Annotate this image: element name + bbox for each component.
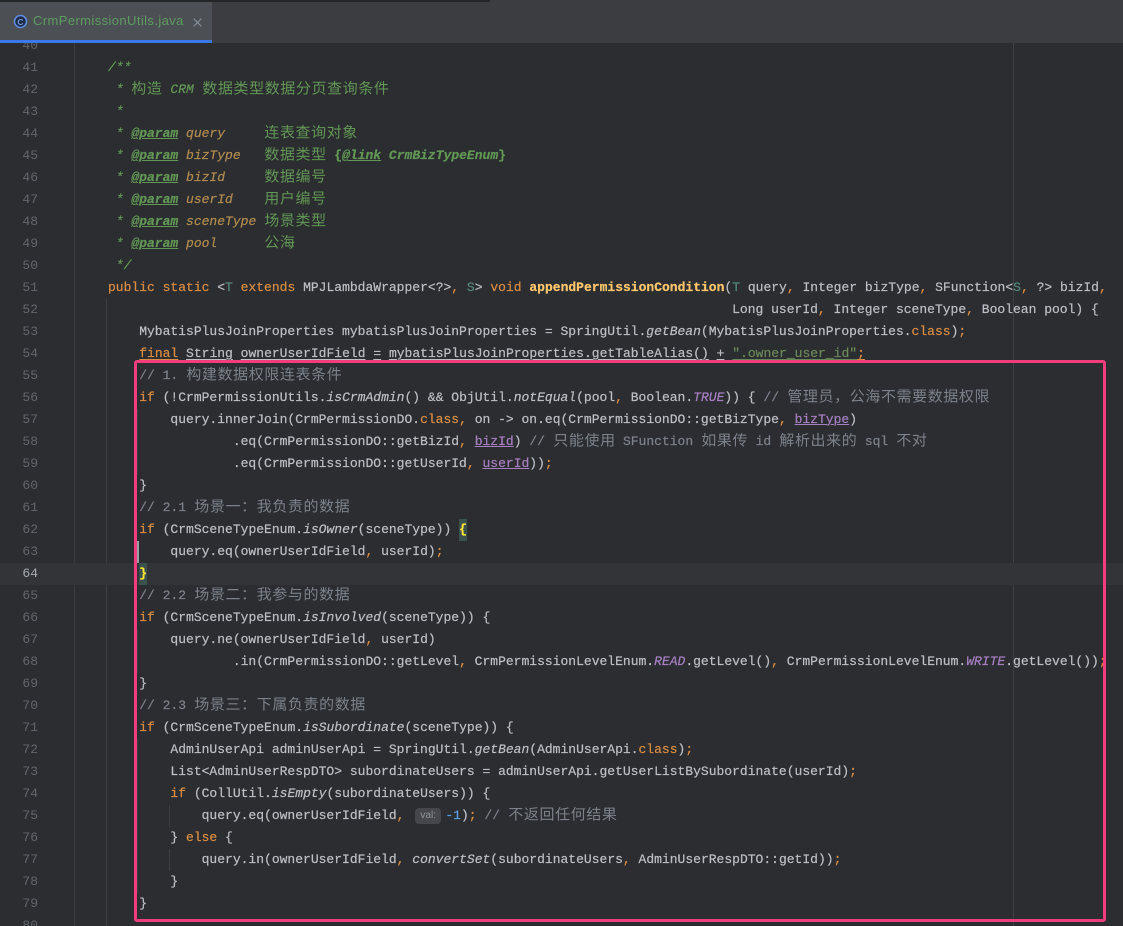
svg-text:C: C xyxy=(17,17,23,27)
